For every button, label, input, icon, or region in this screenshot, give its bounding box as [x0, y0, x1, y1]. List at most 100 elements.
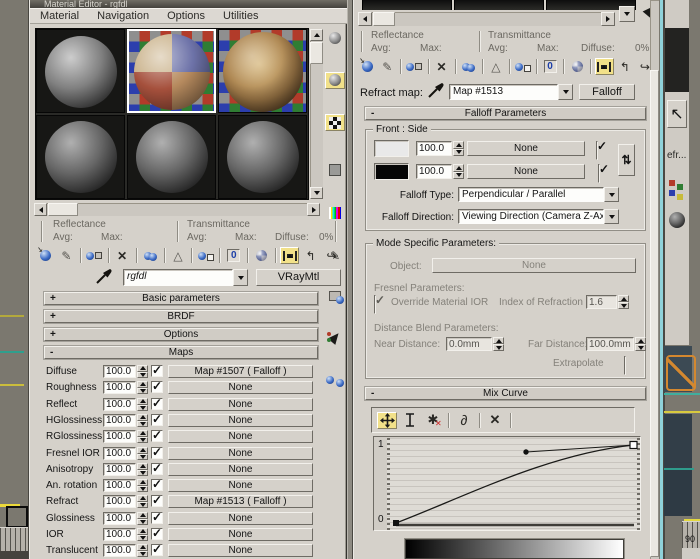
make-unique-button[interactable]: △ — [169, 247, 188, 264]
sample-uv-tiling-button[interactable] — [325, 162, 345, 179]
amount-input[interactable]: 100.0 — [103, 544, 136, 557]
amount-spinner[interactable] — [137, 512, 148, 525]
put-to-library-button[interactable] — [514, 58, 532, 75]
sample-slot-partial[interactable] — [454, 0, 544, 10]
material-name-value[interactable]: rgfdl — [123, 269, 233, 286]
override-ior-checkbox[interactable] — [374, 295, 376, 314]
sample-slot[interactable] — [127, 115, 216, 199]
scroll-down-button[interactable] — [310, 187, 323, 199]
map-enable-checkbox[interactable] — [151, 398, 163, 410]
front-enable-checkbox[interactable] — [596, 141, 598, 160]
map-enable-checkbox[interactable] — [151, 528, 163, 540]
mix-curve[interactable] — [387, 438, 640, 530]
map-slot-button[interactable]: None — [168, 414, 313, 427]
map-slot-button[interactable]: None — [168, 398, 313, 411]
map-name-value[interactable]: Map #1513 — [449, 84, 558, 100]
rollout-falloff-parameters[interactable]: -Falloff Parameters — [365, 107, 646, 120]
show-end-result-button[interactable] — [595, 58, 613, 75]
side-color-swatch[interactable] — [374, 163, 409, 180]
amount-input[interactable]: 100.0 — [103, 398, 136, 411]
map-type-button[interactable]: Falloff — [579, 84, 635, 100]
falloff-direction-dropdown[interactable]: Viewing Direction (Camera Z-Axis) — [458, 209, 619, 224]
side-map-button[interactable]: None — [467, 164, 585, 179]
falloff-type-dropdown[interactable]: Perpendicular / Parallel — [458, 187, 619, 202]
make-material-copy-button[interactable] — [141, 247, 160, 264]
backlight-button[interactable] — [325, 72, 345, 89]
pick-material-eyedropper[interactable] — [427, 82, 447, 99]
swap-colors-button[interactable]: ⇅ — [618, 144, 635, 176]
side-amount-spinner[interactable] — [453, 164, 464, 179]
add-point-button[interactable]: ✱✕ — [423, 412, 443, 429]
sample-type-button[interactable] — [325, 29, 345, 46]
amount-input[interactable]: 100.0 — [103, 430, 136, 443]
scroll-right-button[interactable] — [601, 12, 615, 26]
amount-spinner[interactable] — [137, 398, 148, 411]
far-distance-spinner[interactable] — [635, 337, 646, 351]
window-title[interactable]: Material Editor - rgfdl — [30, 0, 347, 8]
map-slot-button[interactable]: Map #1513 ( Falloff ) — [168, 495, 313, 508]
map-slot-button[interactable]: None — [168, 447, 313, 460]
go-to-parent-button[interactable]: ↰ — [616, 58, 634, 75]
dropdown-arrow-button[interactable] — [558, 84, 573, 100]
select-by-material-button[interactable] — [325, 329, 345, 346]
rollout-brdf[interactable]: +BRDF — [44, 310, 318, 323]
amount-input[interactable]: 100.0 — [103, 512, 136, 525]
material-id-channel-button[interactable]: 0 — [541, 58, 559, 75]
front-amount-spinner[interactable] — [453, 141, 464, 156]
map-slot-button[interactable]: None — [168, 544, 313, 557]
front-map-button[interactable]: None — [467, 141, 585, 156]
map-slot-button[interactable]: None — [168, 430, 313, 443]
scroll-thumb[interactable] — [48, 203, 78, 216]
side-amount-input[interactable]: 100.0 — [416, 164, 452, 179]
rollout-mix-curve[interactable]: -Mix Curve — [365, 387, 646, 400]
sample-slot-active[interactable] — [127, 29, 216, 113]
scroll-thumb[interactable] — [310, 42, 323, 64]
rollout-options[interactable]: +Options — [44, 328, 318, 341]
assign-material-button[interactable] — [85, 247, 104, 264]
sample-slot-partial[interactable] — [362, 0, 452, 10]
go-to-parent-button[interactable]: ↰ — [301, 247, 320, 264]
amount-spinner[interactable] — [137, 430, 148, 443]
sample-slot[interactable] — [36, 29, 125, 113]
dropdown-arrow-button[interactable] — [604, 209, 619, 224]
ior-spinner[interactable] — [618, 295, 629, 309]
rollout-maps[interactable]: -Maps — [44, 346, 318, 359]
dropdown-arrow-button[interactable] — [233, 269, 248, 286]
map-enable-checkbox[interactable] — [151, 430, 163, 442]
scroll-left-button[interactable] — [34, 203, 47, 216]
amount-spinner[interactable] — [137, 479, 148, 492]
amount-spinner[interactable] — [137, 544, 148, 557]
map-slot-button[interactable]: None — [168, 479, 313, 492]
put-to-library-button[interactable] — [196, 247, 215, 264]
rollout-vscrollbar[interactable] — [650, 0, 659, 559]
map-slot-button[interactable]: None — [168, 381, 313, 394]
slots-vscrollbar[interactable] — [310, 29, 323, 199]
slots-hscrollbar[interactable] — [34, 203, 320, 216]
menu-options[interactable]: Options — [167, 10, 205, 22]
scroll-right-button[interactable] — [307, 203, 320, 216]
material-type-button[interactable]: VRayMtl — [256, 269, 341, 286]
menu-navigation[interactable]: Navigation — [97, 10, 149, 22]
map-enable-checkbox[interactable] — [151, 365, 163, 377]
show-end-result-button[interactable] — [280, 247, 299, 264]
menu-material[interactable]: Material — [40, 10, 79, 22]
make-material-copy-button[interactable] — [460, 58, 478, 75]
background-button[interactable] — [325, 114, 345, 131]
reset-map-button[interactable]: ✕ — [113, 247, 132, 264]
map-enable-checkbox[interactable] — [151, 414, 163, 426]
map-enable-checkbox[interactable] — [151, 544, 163, 556]
near-distance-input[interactable]: 0.0mm — [446, 337, 492, 351]
dropdown-arrow-button[interactable] — [604, 187, 619, 202]
map-slot-button[interactable]: None — [168, 463, 313, 476]
curve-start-point[interactable] — [393, 520, 399, 526]
material-name-dropdown[interactable]: rgfdl — [123, 269, 248, 286]
show-map-in-viewport-button[interactable] — [252, 247, 271, 264]
rollout-basic-parameters[interactable]: +Basic parameters — [44, 292, 318, 305]
go-forward-sibling-button[interactable]: ↪ — [322, 247, 341, 264]
pick-material-eyedropper[interactable] — [95, 268, 115, 285]
amount-input[interactable]: 100.0 — [103, 528, 136, 541]
pan-curve-button[interactable]: ∂ — [454, 412, 474, 429]
scroll-thumb[interactable] — [373, 12, 395, 26]
map-slot-button[interactable]: None — [168, 512, 313, 525]
put-material-to-scene-button[interactable]: ✎ — [57, 247, 76, 264]
